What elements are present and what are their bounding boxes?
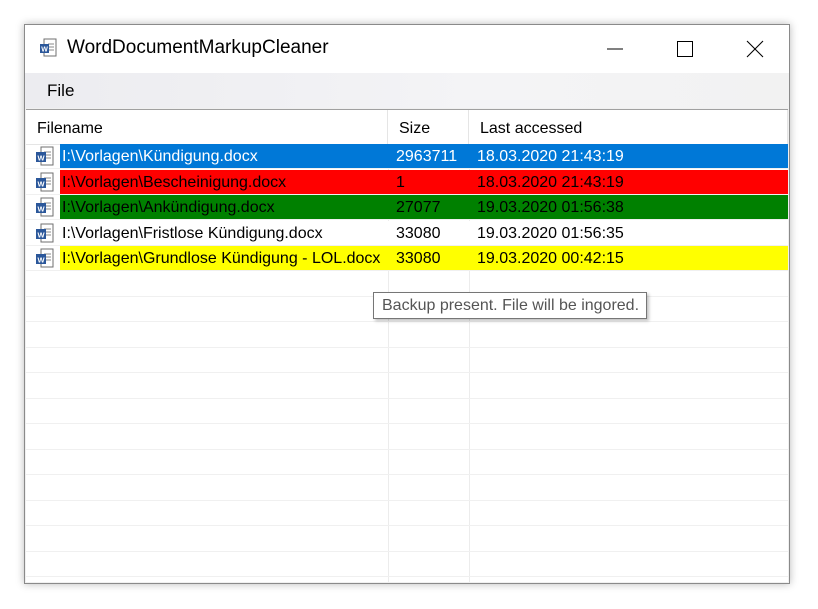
cell-last-accessed: 19.03.2020 01:56:38 [477, 199, 624, 216]
word-document-icon: W [36, 172, 54, 191]
menu-bar: File [25, 73, 789, 108]
empty-row [26, 552, 788, 577]
empty-row [26, 501, 788, 526]
empty-row [26, 323, 788, 348]
cell-filename: I:\Vorlagen\Ankündigung.docx [62, 199, 275, 216]
maximize-button[interactable] [650, 25, 720, 73]
column-header-size[interactable]: Size [388, 110, 469, 144]
cell-size: 27077 [396, 199, 441, 216]
column-header-last-accessed[interactable]: Last accessed [469, 110, 788, 144]
cell-size: 1 [396, 173, 405, 191]
empty-row [26, 399, 788, 424]
table-row[interactable]: W I:\Vorlagen\Bescheinigung.docx 1 18.03… [26, 169, 788, 195]
empty-row [26, 374, 788, 399]
empty-row [26, 450, 788, 475]
svg-text:W: W [37, 153, 45, 162]
cell-filename: I:\Vorlagen\Bescheinigung.docx [62, 173, 287, 191]
svg-text:W: W [41, 47, 48, 54]
word-document-icon: W [36, 248, 54, 268]
window-title: WordDocumentMarkupCleaner [67, 37, 329, 58]
table-row[interactable]: W I:\Vorlagen\Fristlose Kündigung.docx 3… [26, 220, 788, 246]
word-document-icon: W [36, 223, 54, 242]
cell-filename: I:\Vorlagen\Kündigung.docx [62, 148, 258, 165]
file-list[interactable]: Filename Size Last accessed W I:\Vorlage… [26, 109, 788, 582]
empty-row [26, 348, 788, 373]
svg-text:W: W [37, 204, 45, 213]
minimize-button[interactable] [580, 25, 650, 73]
minimize-icon [607, 48, 623, 50]
close-button[interactable] [720, 25, 790, 73]
cell-last-accessed: 18.03.2020 21:43:19 [477, 148, 624, 165]
table-row[interactable]: W I:\Vorlagen\Grundlose Kündigung - LOL.… [26, 246, 788, 271]
word-document-icon: W [36, 146, 54, 166]
word-document-icon: W [36, 197, 54, 217]
table-row[interactable]: W I:\Vorlagen\Kündigung.docx 2963711 18.… [26, 144, 788, 169]
cell-size: 2963711 [396, 148, 458, 165]
menu-file[interactable]: File [47, 81, 74, 101]
cell-filename: I:\Vorlagen\Grundlose Kündigung - LOL.do… [62, 250, 381, 267]
cell-last-accessed: 19.03.2020 00:42:15 [477, 250, 624, 267]
svg-text:W: W [37, 230, 45, 239]
empty-row [26, 527, 788, 552]
cell-size: 33080 [396, 224, 441, 242]
list-header: Filename Size Last accessed [26, 110, 788, 145]
cell-last-accessed: 19.03.2020 01:56:35 [477, 224, 624, 242]
svg-text:W: W [37, 255, 45, 264]
svg-text:W: W [37, 179, 45, 188]
title-bar[interactable]: W WordDocumentMarkupCleaner [25, 25, 789, 73]
table-row[interactable]: W I:\Vorlagen\Ankündigung.docx 27077 19.… [26, 195, 788, 220]
cell-size: 33080 [396, 250, 441, 267]
maximize-icon [677, 41, 693, 57]
cell-filename: I:\Vorlagen\Fristlose Kündigung.docx [62, 224, 323, 242]
close-icon [746, 40, 764, 58]
empty-row [26, 476, 788, 501]
backup-tooltip: Backup present. File will be ingored. [373, 292, 647, 319]
cell-last-accessed: 18.03.2020 21:43:19 [477, 173, 624, 191]
empty-row [26, 425, 788, 450]
word-app-icon: W [40, 38, 57, 57]
column-header-filename[interactable]: Filename [26, 110, 388, 144]
